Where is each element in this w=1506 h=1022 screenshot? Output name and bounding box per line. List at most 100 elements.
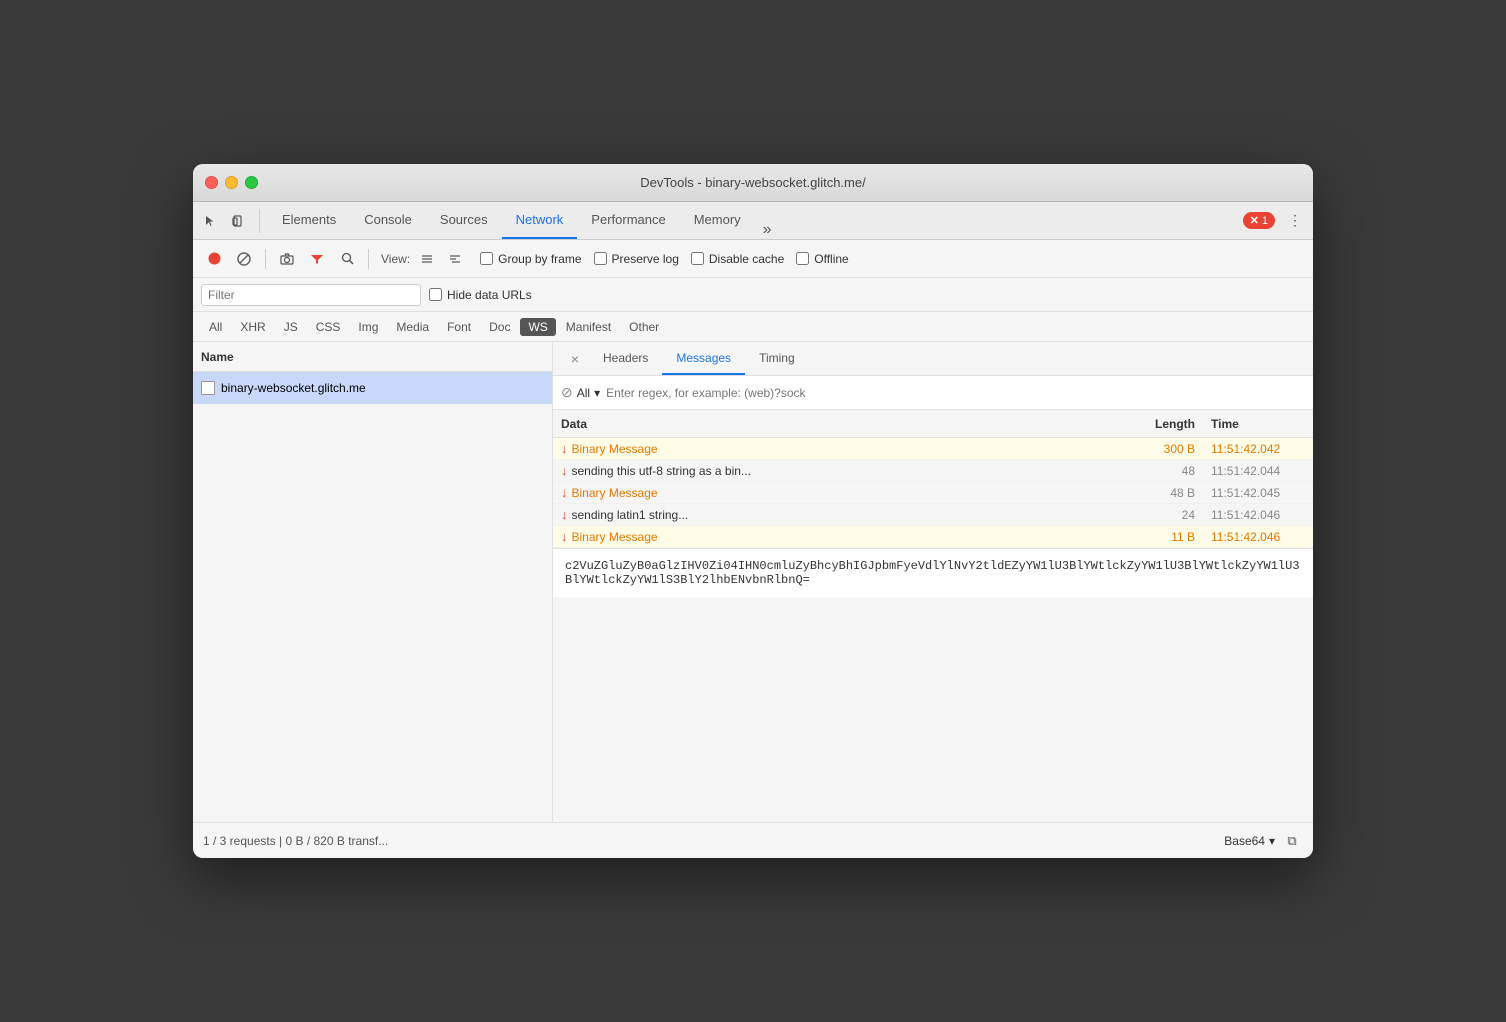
devtools-window: DevTools - binary-websocket.glitch.me/ E…: [193, 164, 1313, 858]
arrow-down-icon-2: ↓: [561, 463, 568, 478]
type-btn-ws[interactable]: WS: [520, 318, 555, 336]
preserve-log-checkbox[interactable]: [594, 252, 607, 265]
hide-urls-label: Hide data URLs: [447, 288, 532, 302]
col-header-length: Length: [1113, 417, 1203, 431]
request-row[interactable]: binary-websocket.glitch.me: [193, 372, 552, 404]
search-button[interactable]: [334, 246, 360, 272]
tree-view-button[interactable]: [442, 246, 468, 272]
type-btn-js[interactable]: JS: [276, 318, 306, 336]
group-by-frame-group: Group by frame: [480, 252, 581, 266]
statusbar: 1 / 3 requests | 0 B / 820 B transf... B…: [193, 822, 1313, 858]
msg-data-2: ↓ sending this utf-8 string as a bin...: [553, 461, 1113, 480]
dropdown-arrow-icon: ▾: [594, 386, 600, 400]
type-btn-all[interactable]: All: [201, 318, 230, 336]
messages-table-header: Data Length Time: [553, 410, 1313, 438]
clear-button[interactable]: [231, 246, 257, 272]
disable-cache-checkbox[interactable]: [691, 252, 704, 265]
format-label: Base64: [1224, 834, 1265, 848]
disable-cache-label: Disable cache: [709, 252, 784, 266]
tab-performance[interactable]: Performance: [577, 202, 679, 239]
main-content: Name binary-websocket.glitch.me × Header…: [193, 342, 1313, 822]
arrow-down-icon-1: ↓: [561, 441, 568, 456]
statusbar-right: Base64 ▾ ⧉: [1224, 830, 1303, 852]
msg-text-3: Binary Message: [572, 486, 658, 500]
maximize-button[interactable]: [245, 176, 258, 189]
col-header-time: Time: [1203, 417, 1313, 431]
error-x-icon: ✕: [1250, 214, 1259, 227]
tabbar-icons: [199, 209, 260, 233]
messages-filter: ⊘ All ▾: [553, 376, 1313, 410]
type-btn-font[interactable]: Font: [439, 318, 479, 336]
msg-data-1: ↓ Binary Message: [553, 439, 1113, 458]
tab-network[interactable]: Network: [502, 202, 578, 239]
messages-filter-dropdown[interactable]: ⊘ All ▾: [561, 384, 600, 401]
type-btn-doc[interactable]: Doc: [481, 318, 518, 336]
msg-text-5: Binary Message: [572, 530, 658, 544]
msg-data-5: ↓ Binary Message: [553, 527, 1113, 546]
minimize-button[interactable]: [225, 176, 238, 189]
tab-memory[interactable]: Memory: [680, 202, 755, 239]
messages-table: Data Length Time ↓ Binary Message 300 B …: [553, 410, 1313, 822]
filter-input[interactable]: [201, 284, 421, 306]
offline-group: Offline: [796, 252, 848, 266]
type-btn-css[interactable]: CSS: [308, 318, 349, 336]
message-row[interactable]: ↓ Binary Message 300 B 11:51:42.042: [553, 438, 1313, 460]
tab-more[interactable]: »: [755, 221, 780, 239]
tab-sources[interactable]: Sources: [426, 202, 502, 239]
detail-tab-timing[interactable]: Timing: [745, 342, 809, 375]
request-name: binary-websocket.glitch.me: [221, 381, 366, 395]
type-btn-media[interactable]: Media: [388, 318, 437, 336]
hide-urls-checkbox[interactable]: [429, 288, 442, 301]
type-btn-xhr[interactable]: XHR: [232, 318, 273, 336]
disable-cache-group: Disable cache: [691, 252, 784, 266]
message-row[interactable]: ↓ Binary Message 11 B 11:51:42.046: [553, 526, 1313, 548]
requests-list: binary-websocket.glitch.me: [193, 372, 552, 822]
requests-header-name: Name: [201, 350, 234, 364]
type-btn-img[interactable]: Img: [350, 318, 386, 336]
close-button[interactable]: [205, 176, 218, 189]
offline-checkbox[interactable]: [796, 252, 809, 265]
type-btn-manifest[interactable]: Manifest: [558, 318, 619, 336]
msg-time-5: 11:51:42.046: [1203, 530, 1313, 544]
format-select[interactable]: Base64 ▾: [1224, 834, 1275, 848]
toolbar-divider-1: [265, 249, 266, 269]
message-row[interactable]: ↓ Binary Message 48 B 11:51:42.045: [553, 482, 1313, 504]
device-icon[interactable]: [227, 209, 251, 233]
format-dropdown-arrow-icon: ▾: [1269, 834, 1275, 848]
message-row[interactable]: ↓ sending this utf-8 string as a bin... …: [553, 460, 1313, 482]
close-detail-button[interactable]: ×: [561, 342, 589, 375]
msg-text-1: Binary Message: [572, 442, 658, 456]
tab-console[interactable]: Console: [350, 202, 426, 239]
message-row[interactable]: ↓ sending latin1 string... 24 11:51:42.0…: [553, 504, 1313, 526]
msg-length-2: 48: [1113, 464, 1203, 478]
list-view-button[interactable]: [414, 246, 440, 272]
record-button[interactable]: [201, 246, 227, 272]
group-by-frame-checkbox[interactable]: [480, 252, 493, 265]
detail-tab-messages[interactable]: Messages: [662, 342, 745, 375]
msg-length-4: 24: [1113, 508, 1203, 522]
traffic-lights: [205, 176, 258, 189]
filter-button[interactable]: [304, 246, 330, 272]
detail-tab-headers[interactable]: Headers: [589, 342, 662, 375]
error-badge[interactable]: ✕ 1: [1243, 212, 1275, 229]
preserve-log-label: Preserve log: [612, 252, 679, 266]
copy-button[interactable]: ⧉: [1281, 830, 1303, 852]
msg-data-3: ↓ Binary Message: [553, 483, 1113, 502]
msg-time-4: 11:51:42.046: [1203, 508, 1313, 522]
preserve-log-group: Preserve log: [594, 252, 679, 266]
arrow-down-icon-5: ↓: [561, 529, 568, 544]
msg-text-2: sending this utf-8 string as a bin...: [572, 464, 751, 478]
more-menu-icon[interactable]: ⋮: [1283, 209, 1307, 233]
msg-time-2: 11:51:42.044: [1203, 464, 1313, 478]
regex-input[interactable]: [606, 386, 1305, 400]
arrow-down-icon-4: ↓: [561, 507, 568, 522]
tabbar: Elements Console Sources Network Perform…: [193, 202, 1313, 240]
arrow-down-icon-3: ↓: [561, 485, 568, 500]
type-btn-other[interactable]: Other: [621, 318, 667, 336]
statusbar-text: 1 / 3 requests | 0 B / 820 B transf...: [203, 834, 388, 848]
cursor-icon[interactable]: [199, 209, 223, 233]
requests-panel: Name binary-websocket.glitch.me: [193, 342, 553, 822]
tab-elements[interactable]: Elements: [268, 202, 350, 239]
titlebar: DevTools - binary-websocket.glitch.me/: [193, 164, 1313, 202]
camera-button[interactable]: [274, 246, 300, 272]
